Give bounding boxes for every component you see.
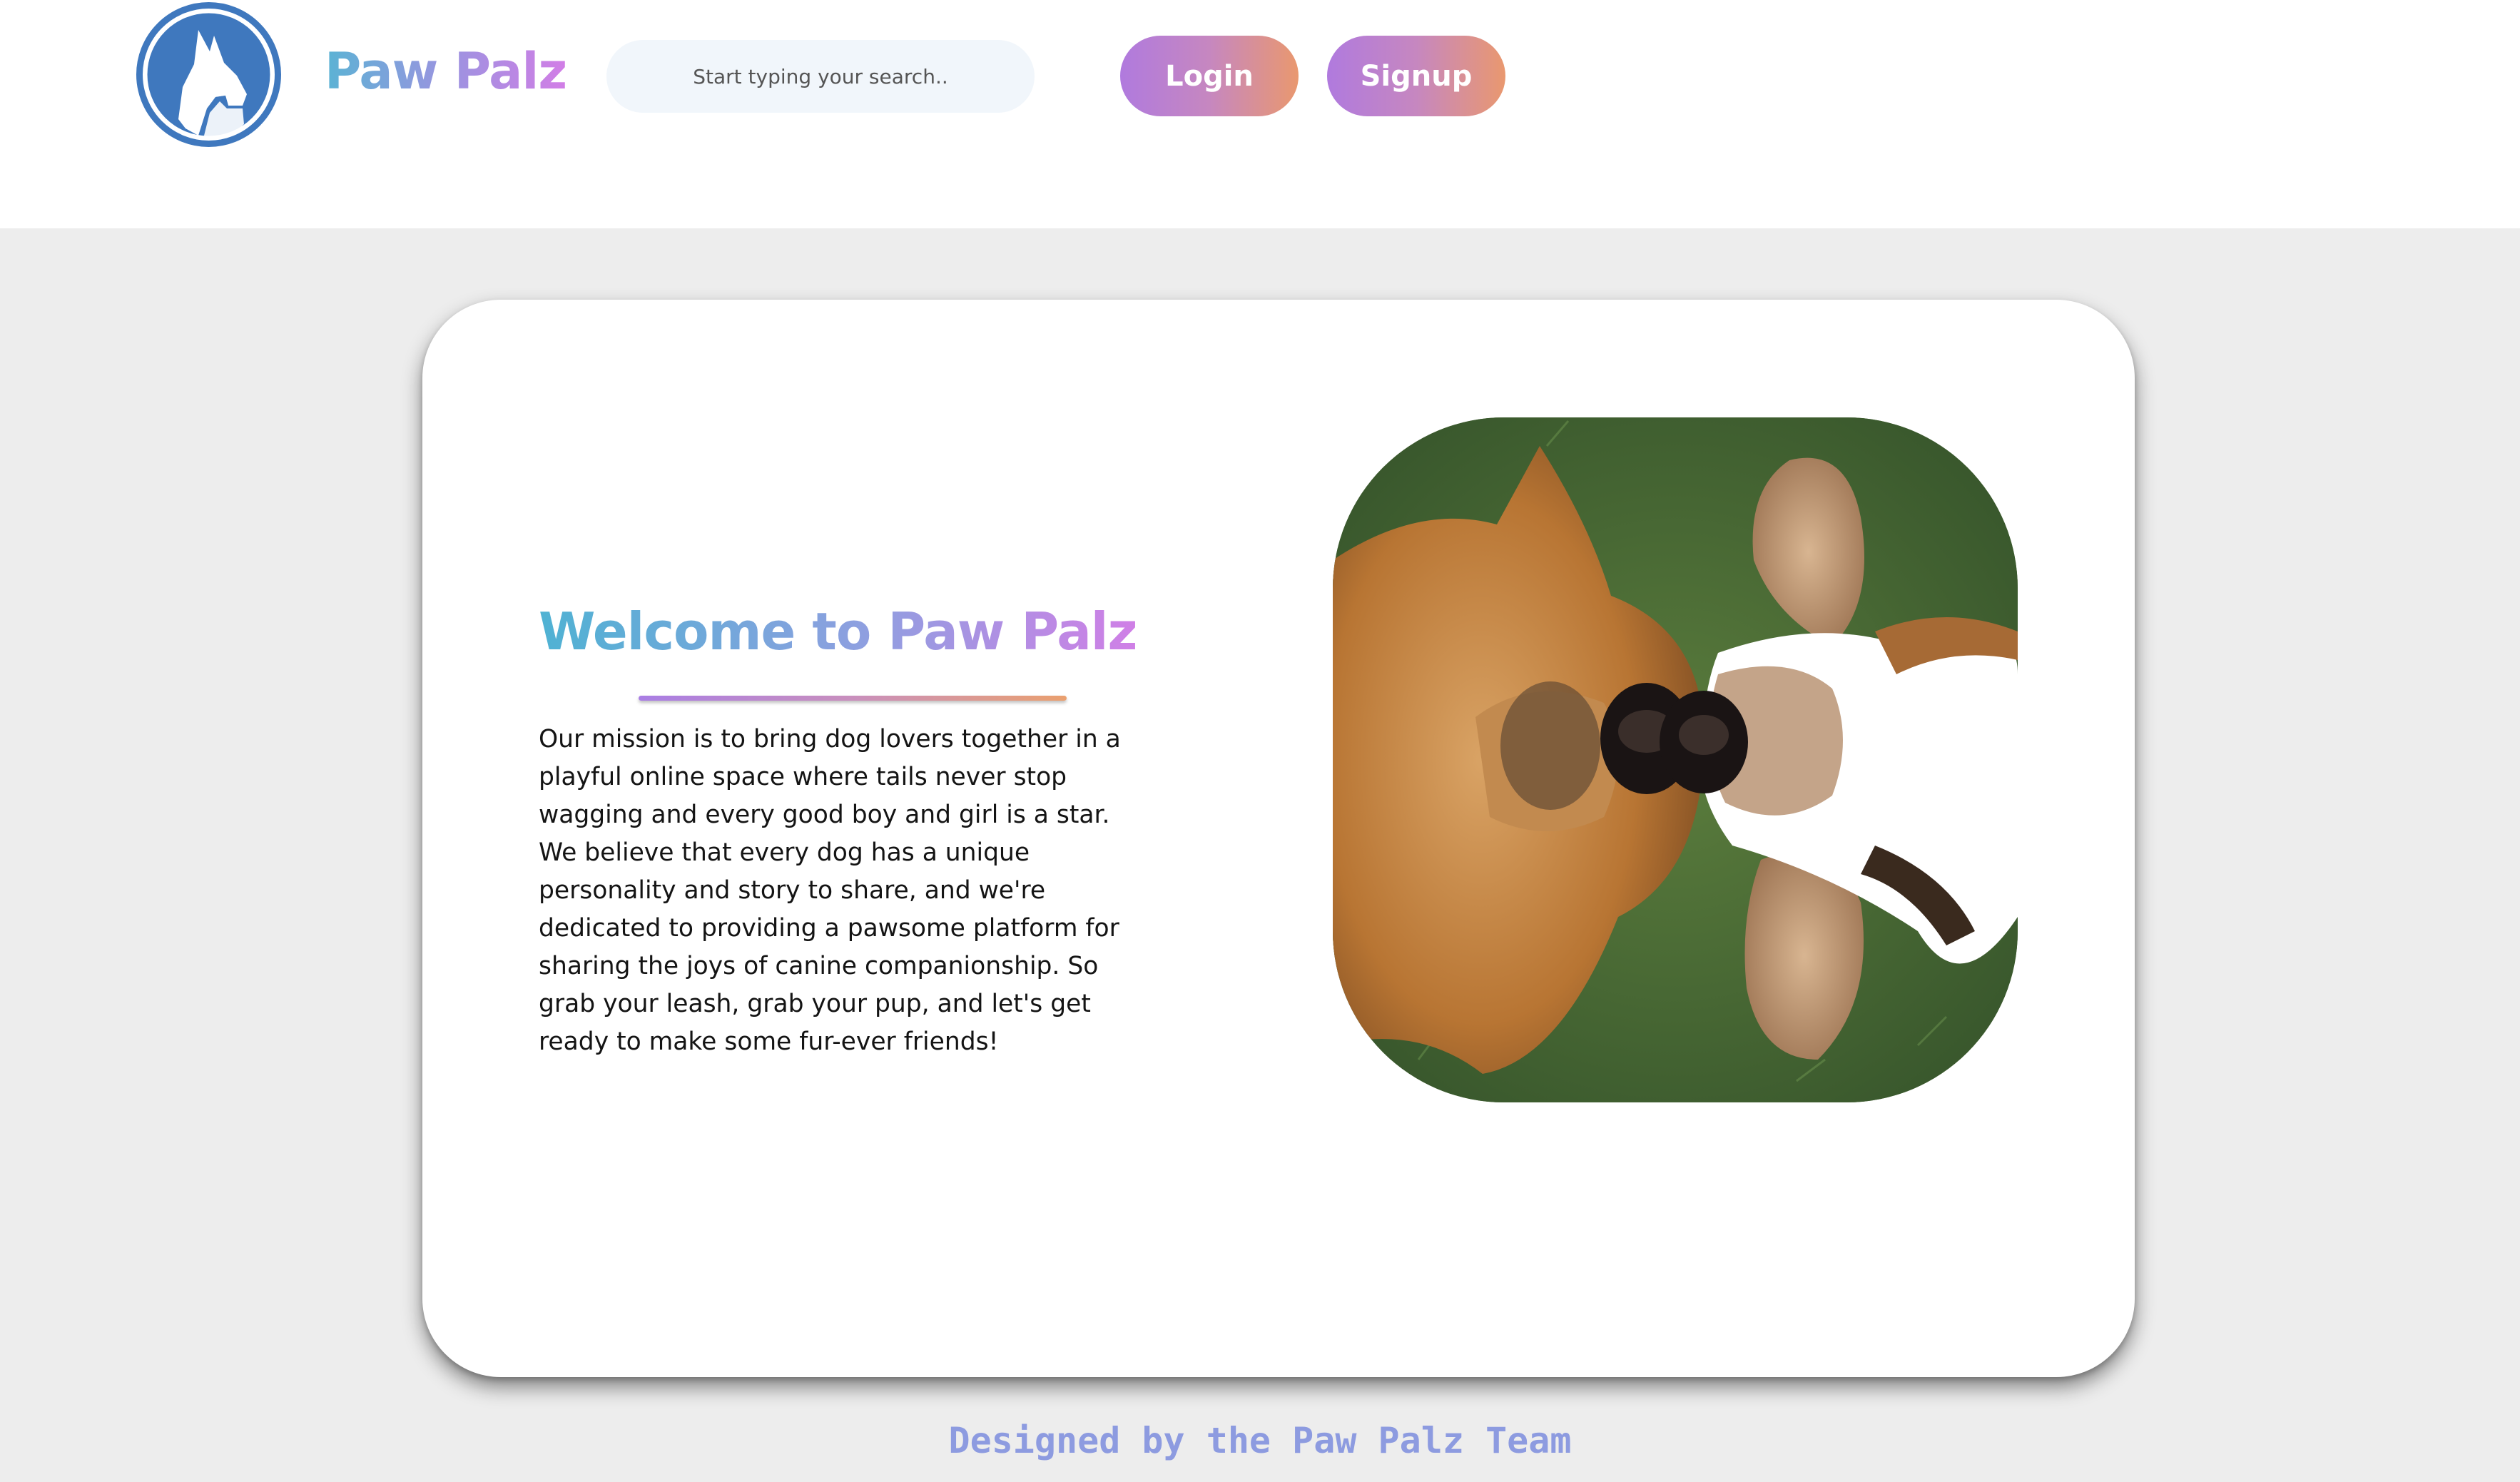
signup-button[interactable]: Signup xyxy=(1327,36,1505,116)
dog-head-logo-icon[interactable] xyxy=(136,1,282,148)
dogs-photo xyxy=(1333,417,2018,1102)
title-underline xyxy=(639,696,1067,701)
footer-credit: Designed by the Paw Palz Team xyxy=(948,1420,1572,1461)
mission-text: Our mission is to bring dog lovers toget… xyxy=(539,725,1121,1056)
welcome-card: Welcome to Paw Palz Our mission is to br… xyxy=(422,300,2135,1377)
welcome-title: Welcome to Paw Palz xyxy=(539,592,1137,671)
search-input[interactable] xyxy=(606,40,1035,113)
login-button[interactable]: Login xyxy=(1120,36,1299,116)
site-header: Paw Palz Login Signup xyxy=(0,0,2520,228)
brand-name[interactable]: Paw Palz xyxy=(325,36,567,107)
